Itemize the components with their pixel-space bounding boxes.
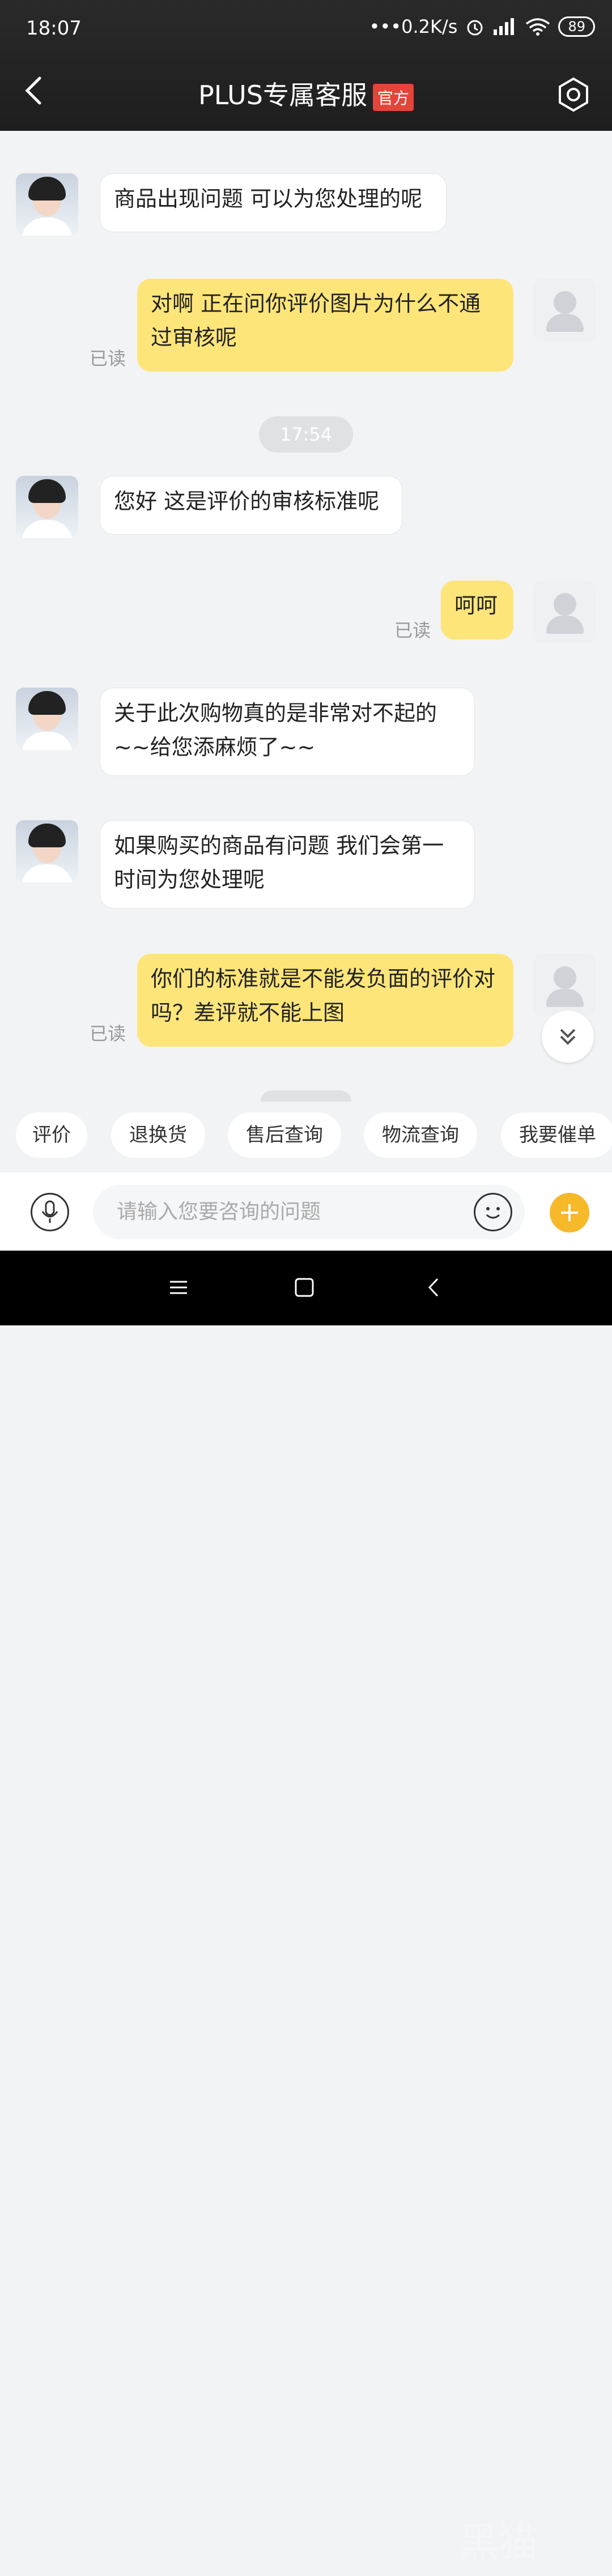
signal-icon <box>494 18 515 35</box>
plus-icon <box>561 1204 578 1221</box>
emoji-button[interactable] <box>474 1193 512 1231</box>
back-nav-button[interactable] <box>414 1268 453 1307</box>
menu-nav-button[interactable] <box>159 1268 198 1307</box>
chip-urge-order[interactable]: 我要催单 <box>501 1112 612 1158</box>
wifi-icon <box>526 18 550 36</box>
scroll-to-bottom-button[interactable] <box>542 1010 594 1063</box>
user-message-bubble[interactable]: 你们的标准就是不能发负面的评价对吗？差评就不能上图 <box>137 954 513 1047</box>
page-title: PLUS专属客服 <box>198 80 367 110</box>
watermark: 黑猫 <box>459 2519 538 2566</box>
chip-review[interactable]: 评价 <box>16 1112 87 1158</box>
agent-avatar[interactable] <box>16 476 78 538</box>
chip-logistics[interactable]: 物流查询 <box>364 1112 477 1158</box>
timestamp-pill: 17:54 <box>259 416 353 453</box>
read-receipt: 已读 <box>394 620 431 641</box>
agent-message-bubble[interactable]: 关于此次购物真的是非常对不起的~~给您添麻烦了~~ <box>100 688 475 776</box>
settings-button[interactable] <box>555 76 592 113</box>
agent-avatar[interactable] <box>16 688 78 750</box>
agent-message-bubble[interactable]: 商品出现问题 可以为您处理的呢 <box>100 173 447 232</box>
quick-reply-bar: 评价 退换货 售后查询 物流查询 我要催单 <box>0 1112 612 1158</box>
more-button[interactable] <box>550 1193 589 1232</box>
user-avatar[interactable] <box>534 581 596 643</box>
double-chevron-down-icon <box>560 1029 576 1045</box>
status-time: 18:07 <box>26 17 82 40</box>
microphone-icon <box>41 1200 58 1223</box>
top-bar: 18:07 •••0.2K/s 89 PLUS专属客服 官方 <box>0 0 612 131</box>
agent-avatar[interactable] <box>16 173 78 236</box>
emoji-icon <box>486 1207 500 1219</box>
chip-after-sales[interactable]: 售后查询 <box>228 1112 341 1158</box>
read-receipt: 已读 <box>90 348 126 369</box>
alarm-icon <box>467 20 483 36</box>
user-avatar[interactable] <box>534 954 596 1016</box>
read-receipt: 已读 <box>90 1023 126 1044</box>
network-speed: •••0.2K/s <box>369 16 458 37</box>
agent-message-bubble[interactable]: 您好 这是评价的审核标准呢 <box>100 476 402 535</box>
chip-return-exchange[interactable]: 退换货 <box>111 1112 205 1158</box>
system-nav-bar: 黑猫 <box>0 1251 612 2566</box>
agent-message-bubble[interactable]: 如果购买的商品有问题 我们会第一时间为您处理呢 <box>100 820 475 909</box>
user-avatar[interactable] <box>534 279 596 341</box>
user-message-bubble[interactable]: 对啊 正在问你评价图片为什么不通过审核呢 <box>137 279 513 372</box>
home-nav-button[interactable] <box>284 1268 324 1307</box>
battery-icon: 89 <box>558 16 595 37</box>
agent-avatar[interactable] <box>16 820 78 882</box>
voice-button[interactable] <box>31 1193 69 1231</box>
input-bar: 请输入您要咨询的问题 <box>0 1172 612 1251</box>
user-message-bubble[interactable]: 呵呵 <box>441 581 513 639</box>
page-title-area: PLUS专属客服 官方 <box>0 75 612 112</box>
status-icons: •••0.2K/s 89 <box>369 16 595 37</box>
message-input[interactable]: 请输入您要咨询的问题 <box>93 1185 525 1239</box>
timestamp-pill-partial <box>261 1090 351 1102</box>
official-badge: 官方 <box>372 83 414 111</box>
